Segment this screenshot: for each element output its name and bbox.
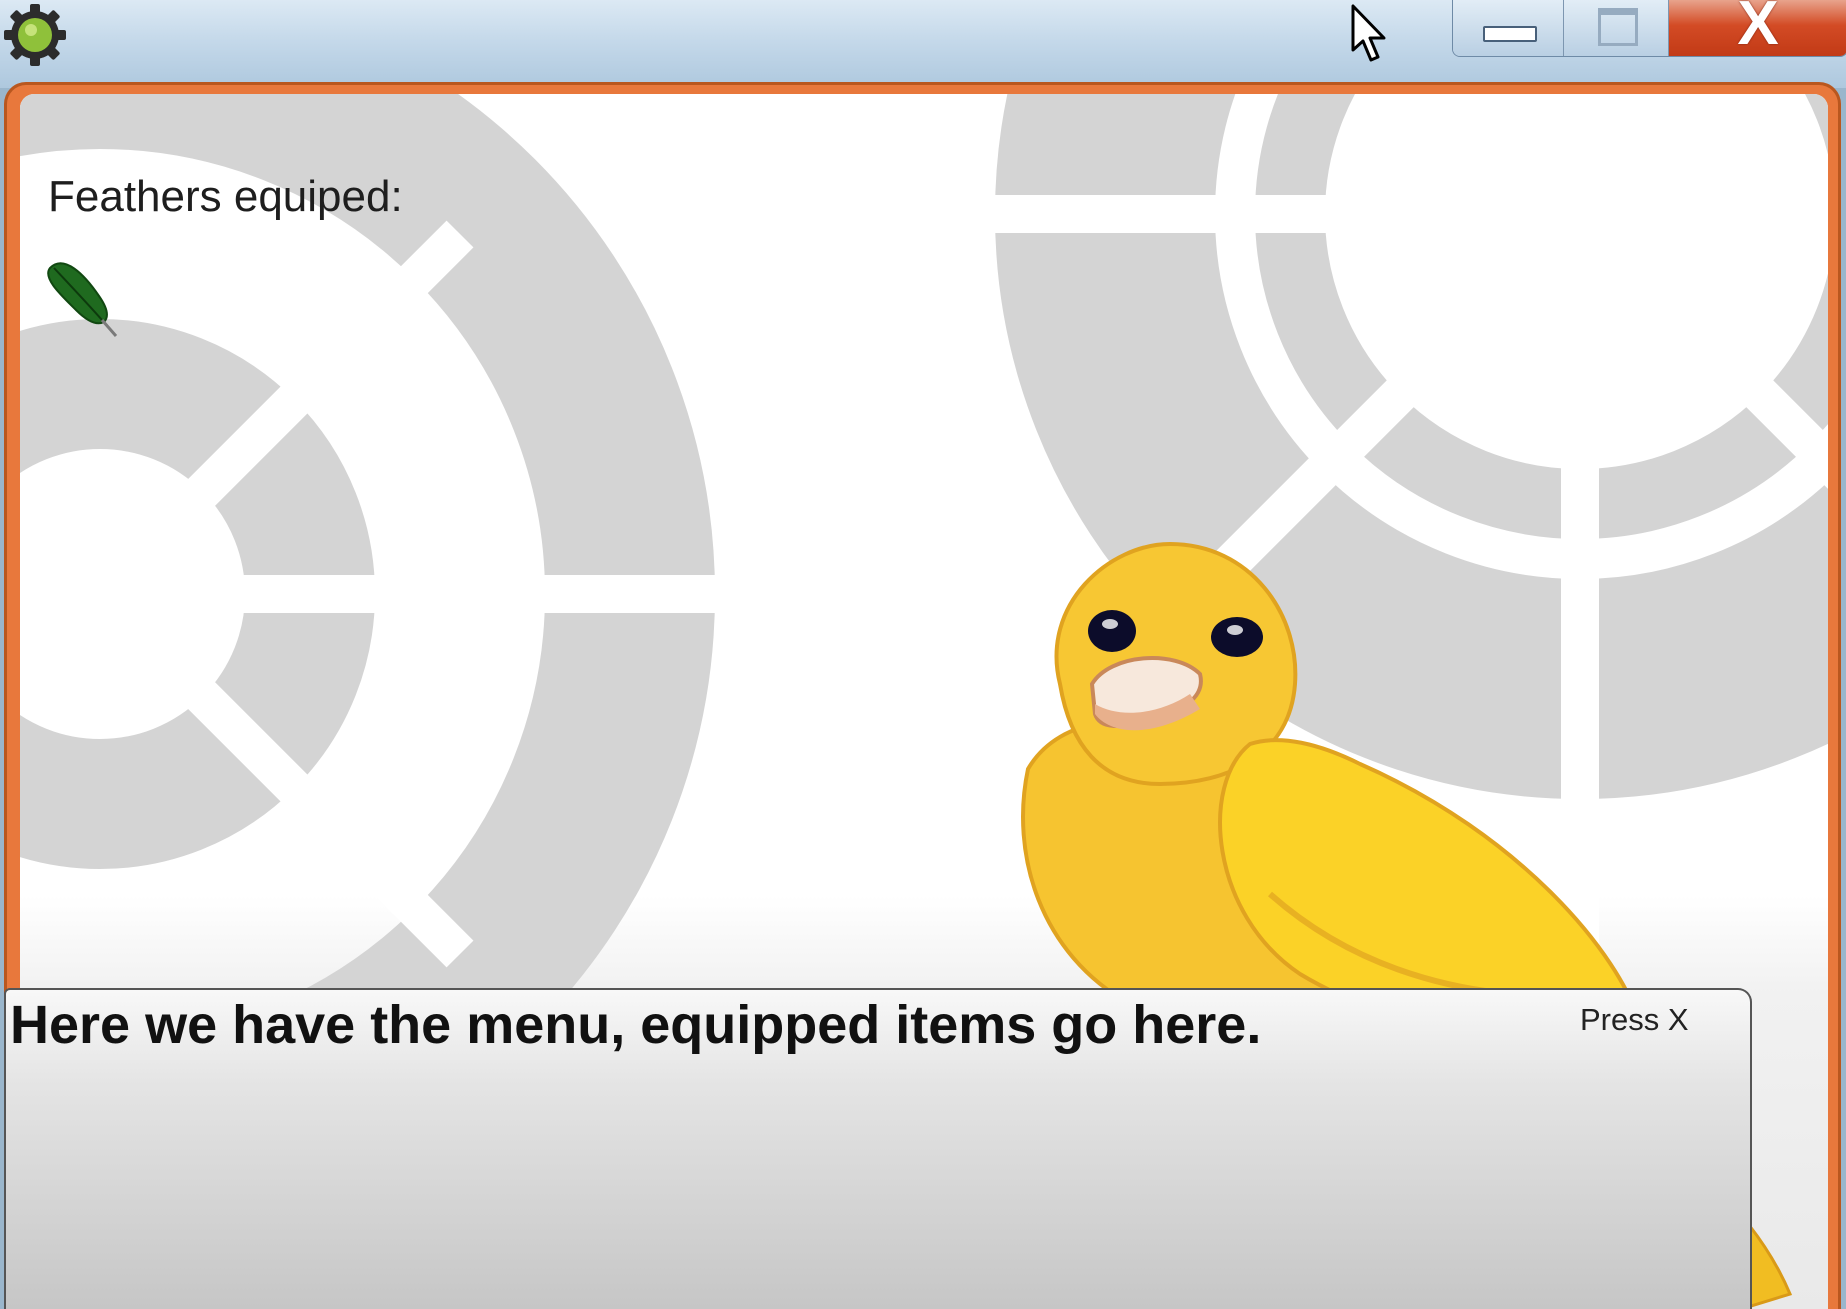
close-button[interactable]: X [1669,0,1846,56]
cursor-icon [1351,4,1386,62]
feathers-equipped-label: Feathers equiped: [48,172,403,221]
close-icon: X [1737,0,1779,57]
window-controls: X [1452,0,1846,57]
dialog-box: Here we have the menu, equipped items go… [4,988,1752,1309]
window-titlebar: X [0,0,1846,88]
maximize-button[interactable] [1564,0,1669,56]
press-x-prompt[interactable]: Press X [1580,1002,1689,1038]
gear-icon[interactable] [2,2,68,68]
dialog-message: Here we have the menu, equipped items go… [10,995,1262,1055]
minimize-button[interactable] [1453,0,1564,56]
feather-icon[interactable] [44,254,124,344]
